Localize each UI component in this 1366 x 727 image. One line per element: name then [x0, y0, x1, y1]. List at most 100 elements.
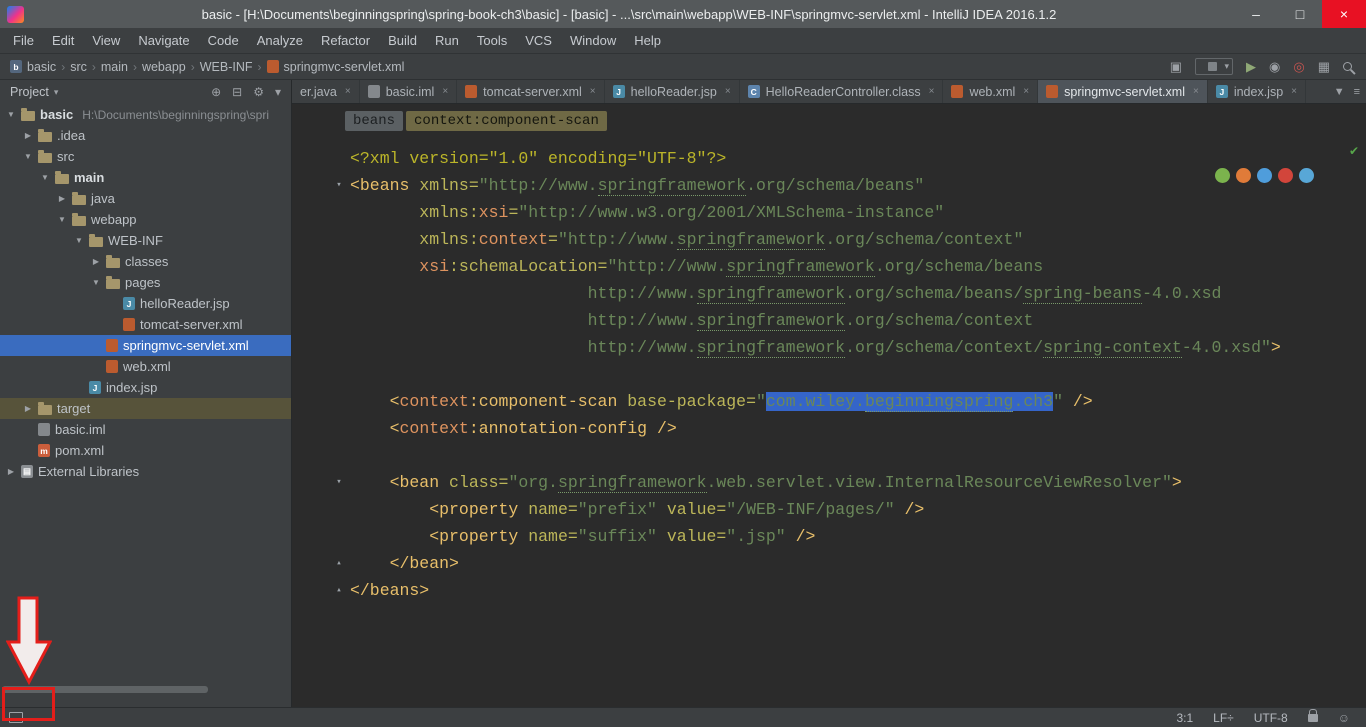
- close-icon[interactable]: ×: [1023, 86, 1029, 97]
- close-icon[interactable]: ×: [345, 86, 351, 97]
- run-configuration-select[interactable]: ▾: [1195, 58, 1234, 75]
- menu-item-navigate[interactable]: Navigate: [129, 33, 198, 48]
- fold-marker-icon[interactable]: ▴: [332, 550, 346, 577]
- code-line[interactable]: ▾ <bean class="org.springframework.web.s…: [336, 469, 1366, 496]
- maximize-button[interactable]: □: [1278, 0, 1322, 28]
- code-line[interactable]: xmlns:xsi="http://www.w3.org/2001/XMLSch…: [350, 199, 1366, 226]
- code-line[interactable]: xmlns:context="http://www.springframewor…: [350, 226, 1366, 253]
- chrome-icon[interactable]: [1215, 168, 1230, 183]
- menu-item-help[interactable]: Help: [625, 33, 670, 48]
- menu-item-edit[interactable]: Edit: [43, 33, 83, 48]
- breadcrumb-item[interactable]: main: [101, 60, 128, 74]
- code-line[interactable]: ▾ <beans xmlns="http://www.springframewor…: [336, 172, 1366, 199]
- close-icon[interactable]: ×: [725, 86, 731, 97]
- breadcrumb-item[interactable]: springmvc-servlet.xml: [266, 60, 404, 74]
- tree-collapsed-icon[interactable]: ▶: [23, 404, 33, 413]
- project-panel-title[interactable]: Project: [10, 85, 49, 99]
- tree-collapsed-icon[interactable]: ▶: [23, 131, 33, 140]
- editor-tab[interactable]: JhelloReader.jsp ×: [605, 80, 740, 103]
- project-tree-item[interactable]: springmvc-servlet.xml: [0, 335, 291, 356]
- editor-tab[interactable]: er.java ×: [292, 80, 360, 103]
- project-tree-item[interactable]: JhelloReader.jsp: [0, 293, 291, 314]
- code-line[interactable]: <?xml version="1.0" encoding="UTF-8"?>: [350, 145, 1366, 172]
- menu-item-refactor[interactable]: Refactor: [312, 33, 379, 48]
- close-icon[interactable]: ×: [1193, 86, 1199, 97]
- menu-item-tools[interactable]: Tools: [468, 33, 516, 48]
- ie-icon[interactable]: [1299, 168, 1314, 183]
- code-line[interactable]: ▴ </beans>: [336, 577, 1366, 604]
- close-icon[interactable]: ×: [1291, 86, 1297, 97]
- hector-inspections-icon[interactable]: ☺: [1338, 711, 1350, 725]
- close-icon[interactable]: ×: [590, 86, 596, 97]
- safari-icon[interactable]: [1257, 168, 1272, 183]
- inspection-status-icon[interactable]: ✔: [1349, 144, 1359, 158]
- menu-item-build[interactable]: Build: [379, 33, 426, 48]
- project-tree-item[interactable]: basic.iml: [0, 419, 291, 440]
- code-line[interactable]: <context:component-scan base-package="co…: [350, 388, 1366, 415]
- breadcrumb-item[interactable]: webapp: [142, 60, 186, 74]
- close-icon[interactable]: ×: [929, 86, 935, 97]
- code-line[interactable]: ▴ </bean>: [336, 550, 1366, 577]
- editor-breadcrumb-item[interactable]: context:component-scan: [406, 111, 607, 131]
- editor-menu-icon[interactable]: ≡: [1354, 86, 1360, 98]
- coverage-icon[interactable]: ◎: [1293, 59, 1304, 75]
- settings-gear-icon[interactable]: ⚙: [253, 85, 264, 99]
- collapse-all-icon[interactable]: ⊟: [232, 85, 242, 99]
- code-line[interactable]: http://www.springframework.org/schema/co…: [350, 307, 1366, 334]
- tree-collapsed-icon[interactable]: ▶: [57, 194, 67, 203]
- menu-item-view[interactable]: View: [83, 33, 129, 48]
- menu-item-analyze[interactable]: Analyze: [248, 33, 312, 48]
- tree-expanded-icon[interactable]: ▼: [91, 278, 101, 287]
- code-line[interactable]: xsi:schemaLocation="http://www.springfra…: [350, 253, 1366, 280]
- code-line[interactable]: <property name="prefix" value="/WEB-INF/…: [350, 496, 1366, 523]
- tree-expanded-icon[interactable]: ▼: [40, 173, 50, 182]
- close-icon[interactable]: ×: [442, 86, 448, 97]
- close-button[interactable]: ×: [1322, 0, 1366, 28]
- project-tree-item[interactable]: ▶ .idea: [0, 125, 291, 146]
- project-tree-item[interactable]: ▶ ▤ External Libraries: [0, 461, 291, 482]
- fold-marker-icon[interactable]: ▴: [332, 577, 346, 604]
- tab-list-dropdown-icon[interactable]: ▼: [1334, 86, 1345, 98]
- editor-tab[interactable]: springmvc-servlet.xml ×: [1038, 80, 1208, 103]
- editor-breadcrumb-item[interactable]: beans: [345, 111, 404, 131]
- search-icon[interactable]: [1343, 62, 1352, 71]
- editor-tab[interactable]: basic.iml ×: [360, 80, 458, 103]
- editor-tab[interactable]: tomcat-server.xml ×: [457, 80, 605, 103]
- project-tree-item[interactable]: ▼ basic H:\Documents\beginningspring\spri: [0, 104, 291, 125]
- opera-icon[interactable]: [1278, 168, 1293, 183]
- project-tree-item[interactable]: web.xml: [0, 356, 291, 377]
- project-tree-item[interactable]: ▶ target: [0, 398, 291, 419]
- changes-icon[interactable]: ▣: [1170, 59, 1182, 75]
- menu-item-run[interactable]: Run: [426, 33, 468, 48]
- gear-dropdown-icon[interactable]: ▾: [275, 85, 281, 99]
- line-separator[interactable]: LF÷: [1213, 711, 1234, 725]
- project-tree-item[interactable]: ▼ main: [0, 167, 291, 188]
- editor-tab[interactable]: Jindex.jsp ×: [1208, 80, 1307, 103]
- fold-marker-icon[interactable]: ▾: [332, 172, 346, 199]
- layout-icon[interactable]: ▦: [1318, 59, 1330, 75]
- project-tree-item[interactable]: ▼ pages: [0, 272, 291, 293]
- menu-item-code[interactable]: Code: [199, 33, 248, 48]
- project-tree-item[interactable]: ▼ src: [0, 146, 291, 167]
- code-line[interactable]: http://www.springframework.org/schema/co…: [350, 334, 1366, 361]
- project-tree-item[interactable]: ▶ java: [0, 188, 291, 209]
- menu-item-window[interactable]: Window: [561, 33, 625, 48]
- tree-expanded-icon[interactable]: ▼: [6, 110, 16, 119]
- code-line[interactable]: [350, 361, 1366, 388]
- tree-collapsed-icon[interactable]: ▶: [91, 257, 101, 266]
- file-encoding[interactable]: UTF-8: [1254, 711, 1288, 725]
- editor[interactable]: beans context:component-scan <?xml versio…: [292, 104, 1366, 707]
- tree-expanded-icon[interactable]: ▼: [74, 236, 84, 245]
- code-line[interactable]: <context:annotation-config />: [350, 415, 1366, 442]
- code-line[interactable]: <property name="suffix" value=".jsp" />: [350, 523, 1366, 550]
- project-tree-item[interactable]: m pom.xml: [0, 440, 291, 461]
- code-line[interactable]: [350, 442, 1366, 469]
- minimize-button[interactable]: –: [1234, 0, 1278, 28]
- run-icon[interactable]: ▶: [1246, 59, 1256, 75]
- project-tree-item[interactable]: ▶ classes: [0, 251, 291, 272]
- menu-item-vcs[interactable]: VCS: [516, 33, 561, 48]
- locate-icon[interactable]: ⊕: [211, 85, 221, 99]
- project-tree-item[interactable]: ▼ WEB-INF: [0, 230, 291, 251]
- project-tree-item[interactable]: tomcat-server.xml: [0, 314, 291, 335]
- code-line[interactable]: http://www.springframework.org/schema/be…: [350, 280, 1366, 307]
